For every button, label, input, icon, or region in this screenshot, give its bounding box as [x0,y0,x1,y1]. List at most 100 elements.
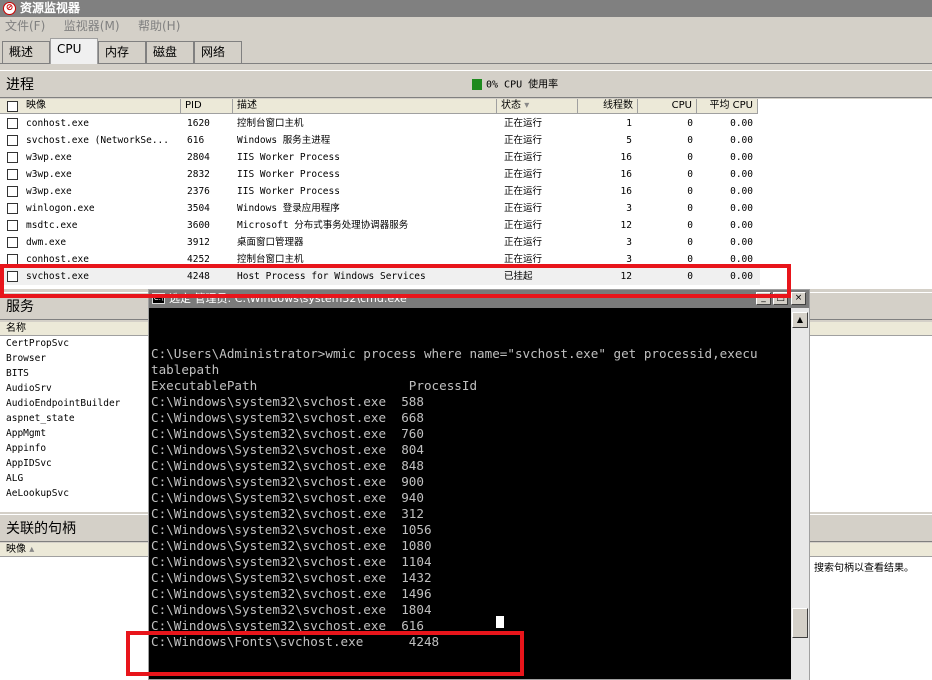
tab-overview[interactable]: 概述 [2,41,50,63]
cell-image: w3wp.exe [26,169,72,180]
list-item[interactable]: AeLookupSvc [0,486,148,501]
row-checkbox[interactable] [7,169,18,180]
close-button[interactable]: × [791,292,806,305]
scroll-thumb[interactable] [792,608,808,638]
cmd-scrollbar[interactable]: ▲ [791,308,809,680]
menu-help[interactable]: 帮助(H) [138,19,180,33]
select-all-checkbox[interactable] [7,101,18,112]
cell-threads: 12 [620,220,632,231]
col-threads[interactable]: 线程数 [578,99,638,114]
cell-threads: 3 [626,237,632,248]
cmd-line: C:\Windows\System32\svchost.exe 1432 [151,570,432,585]
list-item[interactable]: AppMgmt [0,426,148,441]
col-pid[interactable]: PID [181,99,233,114]
table-row[interactable]: conhost.exe 1620 控制台窗口主机 正在运行 1 0 0.00 [0,115,760,132]
cell-description: IIS Worker Process [237,152,340,163]
row-checkbox[interactable] [7,152,18,163]
cmd-line: C:\Users\Administrator>wmic process wher… [151,346,758,361]
menu-file[interactable]: 文件(F) [5,19,45,33]
cell-threads: 1 [626,118,632,129]
cell-avg-cpu: 0.00 [730,135,753,146]
row-checkbox[interactable] [7,135,18,146]
text-cursor [496,616,504,628]
list-item[interactable]: AppIDSvc [0,456,148,471]
table-row[interactable]: msdtc.exe 3600 Microsoft 分布式事务处理协调器服务 正在运行 1… [0,217,760,234]
row-checkbox[interactable] [7,203,18,214]
col-handle-image[interactable]: 映像 ▴ [0,543,148,557]
tab-memory[interactable]: 内存 [98,41,146,63]
cell-image: dwm.exe [26,237,67,248]
cell-cpu: 0 [687,135,693,146]
cell-cpu: 0 [687,118,693,129]
tab-network[interactable]: 网络 [194,41,242,63]
cell-image: msdtc.exe [26,220,78,231]
tab-disk[interactable]: 磁盘 [146,41,194,63]
cell-status: 正在运行 [504,152,543,163]
table-row[interactable]: w3wp.exe 2832 IIS Worker Process 正在运行 16 0 0.0… [0,166,760,183]
table-row[interactable]: w3wp.exe 2376 IIS Worker Process 正在运行 16 0 0.0… [0,183,760,200]
table-row[interactable]: svchost.exe (NetworkSe... 616 Windows 服务主进… [0,132,760,149]
cmd-line: C:\Windows\System32\svchost.exe 1080 [151,538,432,553]
table-row[interactable]: winlogon.exe 3504 Windows 登录应用程序 正在运行 3 0 0.00 [0,200,760,217]
cell-status: 正在运行 [504,186,543,197]
list-item[interactable]: AudioSrv [0,381,148,396]
scroll-up-icon[interactable]: ▲ [792,312,808,328]
list-item[interactable]: AudioEndpointBuilder [0,396,148,411]
row-checkbox[interactable] [7,220,18,231]
cell-threads: 5 [626,135,632,146]
row-checkbox[interactable] [7,118,18,129]
row-checkbox[interactable] [7,186,18,197]
cell-status: 正在运行 [504,135,543,146]
list-item[interactable]: ALG [0,471,148,486]
cmd-window[interactable]: C:\ 选定 管理员: C:\Windows\system32\cmd.exe … [148,289,810,680]
row-checkbox[interactable] [7,237,18,248]
table-row[interactable]: dwm.exe 3912 桌面窗口管理器 正在运行 3 0 0.00 [0,234,760,251]
cell-description: Windows 登录应用程序 [237,203,340,214]
handles-title: 关联的句柄 [6,521,76,537]
cell-status: 正在运行 [504,220,543,231]
cell-avg-cpu: 0.00 [730,118,753,129]
cmd-line: C:\Windows\System32\svchost.exe 760 [151,426,424,441]
cell-image: winlogon.exe [26,203,95,214]
cell-image: w3wp.exe [26,186,72,197]
cmd-line: C:\Windows\system32\svchost.exe 1056 [151,522,432,537]
cell-pid: 3504 [187,203,210,214]
cell-threads: 16 [620,186,632,197]
cell-image: conhost.exe [26,118,89,129]
col-status[interactable]: 状态 ▾ [497,99,578,114]
cmd-line: C:\Windows\System32\svchost.exe 1804 [151,602,432,617]
cell-pid: 3600 [187,220,210,231]
list-item[interactable]: CertPropSvc [0,336,148,351]
cell-status: 正在运行 [504,237,543,248]
cell-description: IIS Worker Process [237,186,340,197]
handles-list-right: 搜索句柄以查看结果。 [810,543,932,680]
processes-section-header[interactable]: 进程 0% CPU 使用率 [0,70,932,98]
cpu-usage-swatch [472,79,482,90]
tab-cpu[interactable]: CPU [50,38,98,64]
table-row[interactable]: w3wp.exe 2804 IIS Worker Process 正在运行 16 0 0.0… [0,149,760,166]
cmd-line: C:\Windows\system32\svchost.exe 1496 [151,586,432,601]
sort-asc-icon: ▴ [29,544,35,555]
list-item[interactable]: BITS [0,366,148,381]
cmd-line: C:\Windows\system32\svchost.exe 900 [151,474,424,489]
col-cpu[interactable]: CPU [638,99,697,114]
cell-threads: 16 [620,169,632,180]
window-title: 资源监视器 [20,1,81,15]
cell-cpu: 0 [687,152,693,163]
col-service-name[interactable]: 名称 [0,322,148,336]
cell-pid: 2804 [187,152,210,163]
processes-title: 进程 [6,77,34,93]
resource-monitor-icon: ⊘ [3,2,16,15]
list-item[interactable]: Appinfo [0,441,148,456]
menu-monitor[interactable]: 监视器(M) [64,19,120,33]
cmd-output[interactable]: C:\Users\Administrator>wmic process wher… [149,308,791,680]
list-item[interactable]: aspnet_state [0,411,148,426]
cell-cpu: 0 [687,237,693,248]
col-description[interactable]: 描述 [233,99,497,114]
col-image[interactable]: 映像 [0,99,181,114]
col-avg-cpu[interactable]: 平均 CPU [697,99,758,114]
cell-status: 正在运行 [504,203,543,214]
services-list: 名称 CertPropSvc Browser BITS AudioSrv AudioEn… [0,322,148,512]
list-item[interactable]: Browser [0,351,148,366]
cell-cpu: 0 [687,169,693,180]
